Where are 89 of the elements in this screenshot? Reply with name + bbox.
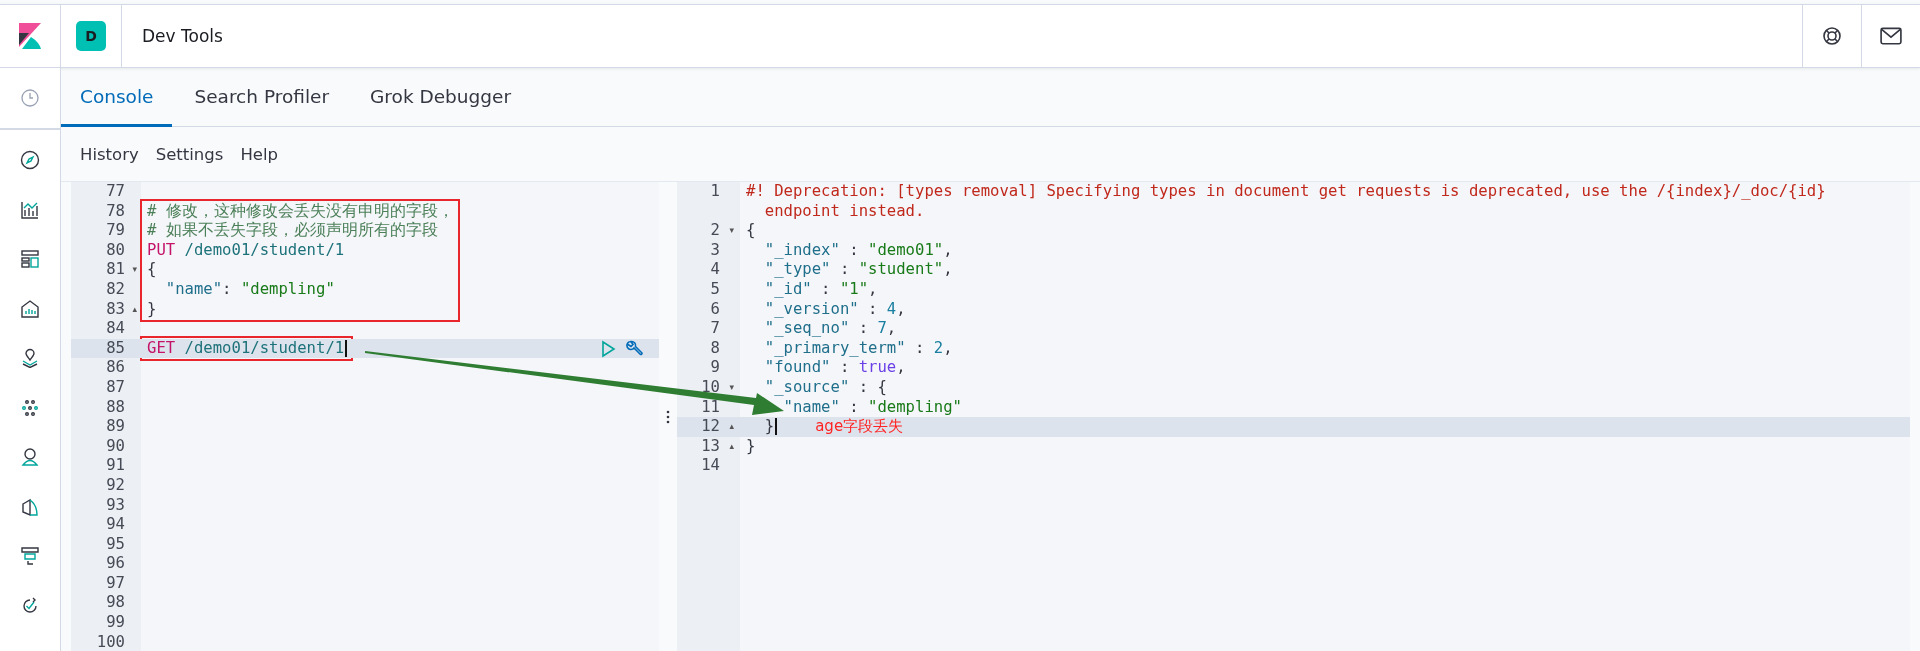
mail-icon[interactable]: [1880, 26, 1902, 46]
code-line: {: [746, 221, 756, 241]
code-line: "name": "dempling": [164, 279, 335, 300]
person-icon[interactable]: [20, 447, 40, 467]
line-number: 7: [710, 319, 720, 339]
wrench-icon[interactable]: [625, 339, 643, 358]
code-line: }: [746, 436, 756, 457]
code-line: "_id" : "1",: [763, 279, 878, 300]
line-number: 89: [106, 417, 125, 437]
line-number: 92: [106, 475, 125, 496]
line-number: 100: [96, 632, 125, 651]
line-number: 94: [106, 515, 125, 535]
tab[interactable]: Search Profiler: [175, 68, 349, 127]
line-number: 12: [701, 417, 720, 437]
check-icon[interactable]: [20, 595, 40, 616]
resize-handle-icon[interactable]: [666, 410, 670, 424]
stack-icon[interactable]: [20, 546, 40, 566]
code-line: "_type" : "student",: [763, 260, 953, 280]
line-number: 6: [710, 299, 720, 320]
line-number: 91: [106, 456, 125, 476]
map-pin-icon[interactable]: [20, 348, 40, 368]
code-line: # 修改，这种修改会丢失没有申明的字段，: [147, 201, 454, 221]
line-number: 1: [710, 182, 720, 202]
dashboard-icon[interactable]: [20, 249, 40, 269]
chart-icon[interactable]: [20, 199, 40, 220]
line-number: 83: [106, 299, 125, 320]
menu-link[interactable]: Help: [240, 144, 278, 164]
code-line: endpoint instead.: [764, 201, 925, 222]
line-number: 3: [710, 240, 720, 261]
code-line: "_index" : "demo01",: [763, 240, 953, 261]
line-number: 81: [106, 260, 125, 280]
line-number: 4: [710, 260, 720, 280]
code-line: PUT /demo01/student/1: [147, 240, 345, 261]
line-number: 2: [710, 221, 720, 241]
page-title: Dev Tools: [142, 26, 224, 46]
line-number: 93: [106, 495, 125, 516]
code-line: "_primary_term" : 2,: [763, 338, 953, 359]
code-line: "name" : "dempling": [782, 397, 962, 418]
clock-icon[interactable]: [20, 88, 40, 108]
code-line: }: [147, 299, 157, 320]
line-number: 97: [106, 573, 125, 594]
code-line: {: [147, 260, 157, 280]
line-number: 11: [701, 397, 720, 418]
line-number: 86: [106, 358, 125, 378]
code-line: #! Deprecation: [types removal] Specifying types in document get requests is deprecated, use the /{index}/_doc/{id}: [746, 182, 1826, 202]
fold-toggle[interactable]: ▴: [729, 417, 734, 437]
fold-toggle[interactable]: ▾: [729, 377, 734, 398]
line-number: 96: [106, 554, 125, 574]
code-line: # 如果不丢失字段，必须声明所有的字段: [147, 221, 438, 241]
code-line: GET /demo01/student/1: [147, 338, 348, 359]
line-number: 8: [710, 338, 720, 359]
line-number: 77: [106, 182, 125, 202]
help-icon[interactable]: [1821, 26, 1843, 46]
line-number: 82: [106, 279, 125, 300]
code-line: "_version" : 4,: [763, 299, 906, 320]
line-number: 13: [701, 436, 720, 457]
line-number: 10: [701, 377, 720, 398]
line-number: 87: [106, 377, 125, 398]
line-number: 80: [106, 240, 125, 261]
fold-toggle[interactable]: ▴: [729, 436, 734, 457]
tab[interactable]: Grok Debugger: [351, 68, 531, 127]
code-line: "found" : true,: [763, 358, 906, 378]
line-number: 79: [106, 221, 125, 241]
code-line: }: [746, 417, 778, 437]
space-avatar[interactable]: D: [76, 21, 106, 51]
code-line: "_seq_no" : 7,: [763, 319, 897, 339]
code-line: "_source" : {: [763, 377, 887, 398]
tab[interactable]: Console: [61, 68, 173, 127]
line-number: 9: [710, 358, 720, 378]
line-number: 84: [106, 319, 125, 339]
line-number: 5: [710, 279, 720, 300]
building-icon[interactable]: [20, 298, 40, 319]
line-number: 98: [106, 593, 125, 614]
menu-link[interactable]: History: [80, 144, 139, 164]
fold-toggle[interactable]: ▴: [132, 299, 137, 320]
line-number: 95: [106, 534, 125, 555]
fold-toggle[interactable]: ▾: [132, 260, 137, 280]
line-number: 14: [701, 456, 720, 476]
line-number: 99: [106, 613, 125, 633]
compass-icon[interactable]: [20, 150, 40, 170]
annotation-text: age字段丢失: [815, 417, 904, 437]
dots-circle-icon[interactable]: [20, 397, 40, 418]
line-number: 90: [106, 436, 125, 457]
line-number: 88: [106, 397, 125, 418]
fold-toggle[interactable]: ▾: [729, 221, 734, 241]
line-number: 85: [106, 338, 125, 359]
logo-icon[interactable]: [19, 23, 41, 49]
menu-link[interactable]: Settings: [155, 144, 224, 164]
line-number: 78: [106, 201, 125, 222]
